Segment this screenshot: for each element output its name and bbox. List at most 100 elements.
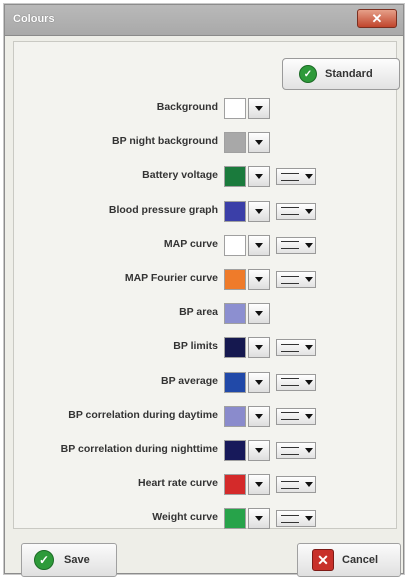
- green-check-icon: ✓: [34, 550, 54, 570]
- colour-row: Background: [6, 97, 406, 121]
- colour-dropdown-button[interactable]: [248, 269, 270, 290]
- colour-row: BP area: [6, 302, 406, 326]
- line-style-icon: [281, 480, 299, 489]
- chevron-down-icon: [255, 208, 263, 214]
- colour-row-label: BP average: [160, 374, 218, 387]
- line-style-dropdown[interactable]: [276, 373, 316, 391]
- colour-swatch[interactable]: [224, 371, 246, 393]
- chevron-down-icon: [255, 516, 263, 522]
- line-style-dropdown[interactable]: [276, 271, 316, 288]
- colour-row: MAP curve: [6, 234, 406, 258]
- colour-row-label: Battery voltage: [142, 169, 218, 182]
- colour-row: Blood pressure graph: [6, 200, 406, 224]
- chevron-down-icon: [255, 379, 263, 385]
- chevron-down-icon: [255, 242, 263, 248]
- colour-dropdown-button[interactable]: [248, 132, 270, 154]
- chevron-down-icon: [305, 516, 313, 522]
- colour-swatch[interactable]: [224, 166, 246, 188]
- colour-dropdown-button[interactable]: [248, 474, 270, 496]
- colour-row-label: BP area: [179, 306, 218, 319]
- colour-row-label: BP correlation during daytime: [68, 408, 218, 421]
- standard-button-label: Standard: [325, 68, 373, 80]
- chevron-down-icon: [255, 277, 263, 282]
- colour-row-label: Background: [156, 101, 218, 113]
- chevron-down-icon: [305, 413, 313, 419]
- line-style-icon: [281, 207, 299, 216]
- cancel-button[interactable]: ✕ Cancel: [297, 543, 401, 577]
- line-style-icon: [281, 446, 299, 455]
- colour-dropdown-button[interactable]: [248, 234, 270, 256]
- title-bar[interactable]: Colours ✕: [5, 5, 403, 36]
- line-style-dropdown[interactable]: [276, 442, 316, 459]
- colour-row-label: BP limits: [173, 340, 218, 353]
- colour-row-label: MAP Fourier curve: [124, 272, 218, 284]
- line-style-dropdown[interactable]: [276, 407, 316, 425]
- chevron-down-icon: [305, 242, 313, 248]
- colour-row-label: BP correlation during nighttime: [60, 443, 218, 455]
- colour-swatch[interactable]: [224, 303, 246, 325]
- colour-dropdown-button[interactable]: [248, 371, 270, 393]
- colour-dropdown-button[interactable]: [248, 508, 270, 530]
- colour-swatch[interactable]: [224, 474, 246, 496]
- line-style-dropdown[interactable]: [276, 202, 316, 220]
- chevron-down-icon: [255, 311, 263, 317]
- line-style-dropdown[interactable]: [276, 168, 316, 186]
- close-button[interactable]: ✕: [357, 9, 397, 28]
- line-style-icon: [281, 514, 299, 523]
- line-style-icon: [281, 172, 299, 181]
- chevron-down-icon: [255, 482, 263, 488]
- colour-row-label: Blood pressure graph: [108, 203, 218, 216]
- colour-dropdown-button[interactable]: [248, 166, 270, 188]
- colour-swatch[interactable]: [224, 200, 246, 222]
- colour-dropdown-button[interactable]: [248, 303, 270, 325]
- colour-swatch[interactable]: [224, 508, 246, 530]
- colour-dropdown-button[interactable]: [248, 405, 270, 427]
- line-style-dropdown[interactable]: [276, 510, 316, 528]
- cancel-button-label: Cancel: [342, 554, 379, 566]
- window-title: Colours: [13, 13, 55, 25]
- colour-row: BP average: [6, 371, 406, 395]
- chevron-down-icon: [255, 345, 263, 351]
- line-style-icon: [281, 275, 299, 284]
- line-style-dropdown[interactable]: [276, 339, 316, 357]
- red-x-icon: ✕: [312, 549, 334, 571]
- chevron-down-icon: [305, 448, 313, 453]
- line-style-dropdown[interactable]: [276, 236, 316, 254]
- line-style-icon: [281, 241, 299, 250]
- colour-row-label: BP night background: [112, 135, 218, 148]
- colour-row-label: Weight curve: [152, 511, 218, 524]
- chevron-down-icon: [255, 448, 263, 453]
- colour-row: Battery voltage: [6, 165, 406, 189]
- colour-dropdown-button[interactable]: [248, 98, 270, 119]
- colour-row: BP night background: [6, 131, 406, 155]
- chevron-down-icon: [305, 482, 313, 488]
- colour-swatch[interactable]: [224, 405, 246, 427]
- colour-swatch[interactable]: [224, 337, 246, 359]
- colour-dropdown-button[interactable]: [248, 337, 270, 359]
- colour-dropdown-button[interactable]: [248, 200, 270, 222]
- close-icon: ✕: [371, 10, 383, 26]
- colour-dropdown-button[interactable]: [248, 440, 270, 461]
- colour-swatch[interactable]: [224, 440, 246, 461]
- colour-row: Heart rate curve: [6, 473, 406, 497]
- chevron-down-icon: [255, 174, 263, 180]
- colour-row-label: MAP curve: [163, 237, 218, 250]
- colour-swatch[interactable]: [224, 98, 246, 119]
- colours-dialog: Colours ✕ ✓ Standard Background BP night …: [4, 4, 406, 577]
- line-style-icon: [281, 343, 299, 352]
- chevron-down-icon: [305, 379, 313, 385]
- colour-swatch[interactable]: [224, 269, 246, 290]
- line-style-icon: [281, 412, 299, 421]
- chevron-down-icon: [305, 208, 313, 214]
- standard-button[interactable]: ✓ Standard: [282, 58, 400, 90]
- line-style-dropdown[interactable]: [276, 476, 316, 494]
- colour-row: BP correlation during nighttime: [6, 439, 406, 463]
- colour-swatch[interactable]: [224, 132, 246, 154]
- chevron-down-icon: [305, 174, 313, 180]
- colour-row: Weight curve: [6, 507, 406, 531]
- colour-swatch[interactable]: [224, 234, 246, 256]
- save-button-label: Save: [64, 554, 90, 566]
- colour-row: MAP Fourier curve: [6, 268, 406, 292]
- colour-row: BP correlation during daytime: [6, 405, 406, 429]
- save-button[interactable]: ✓ Save: [21, 543, 117, 577]
